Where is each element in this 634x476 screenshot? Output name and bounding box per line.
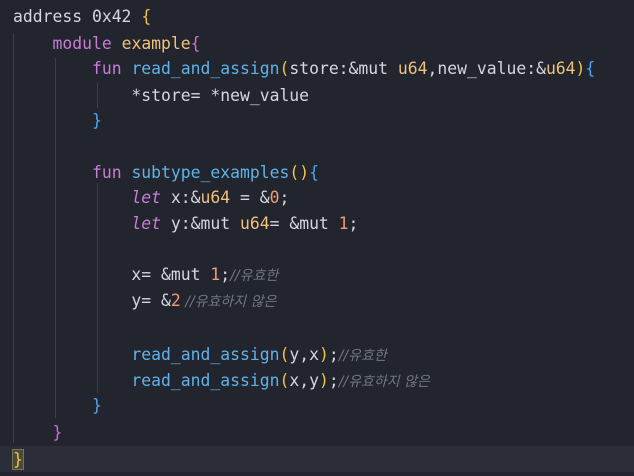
code-line-12[interactable]: y= &2 //유효하지 않은: [13, 288, 634, 313]
code-line-18[interactable]: }: [12, 447, 634, 472]
code-line-1[interactable]: address 0x42 {: [13, 4, 634, 29]
code-line-4[interactable]: *store= *new_value: [13, 83, 634, 108]
open-brace: {: [141, 7, 152, 26]
comment: //유효하지 않은: [338, 374, 430, 390]
code-line-2[interactable]: module example{: [13, 31, 634, 56]
code-editor[interactable]: address 0x42 { module example{ fun read_…: [0, 0, 634, 476]
code-line-5[interactable]: }: [13, 108, 634, 133]
code-line-3[interactable]: fun read_and_assign(store:&mut u64,new_v…: [13, 56, 634, 81]
code-line-11[interactable]: x= &mut 1;//유효한: [13, 262, 634, 287]
comment: //유효하지 않은: [180, 294, 277, 310]
code-line-8[interactable]: let x:&u64 = &0;: [13, 185, 634, 210]
code-line-17[interactable]: }: [13, 420, 634, 445]
comment: //유효한: [338, 348, 387, 364]
comment: //유효한: [230, 268, 279, 284]
code-line-15[interactable]: read_and_assign(x,y);//유효하지 않은: [13, 368, 634, 393]
code-line-9[interactable]: let y:&mut u64= &mut 1;: [13, 211, 634, 236]
code-line-16[interactable]: }: [13, 393, 634, 418]
matched-brace: }: [12, 449, 24, 470]
code-line-7[interactable]: fun subtype_examples(){: [13, 160, 634, 185]
code-line-14[interactable]: read_and_assign(y,x);//유효한: [13, 342, 634, 367]
